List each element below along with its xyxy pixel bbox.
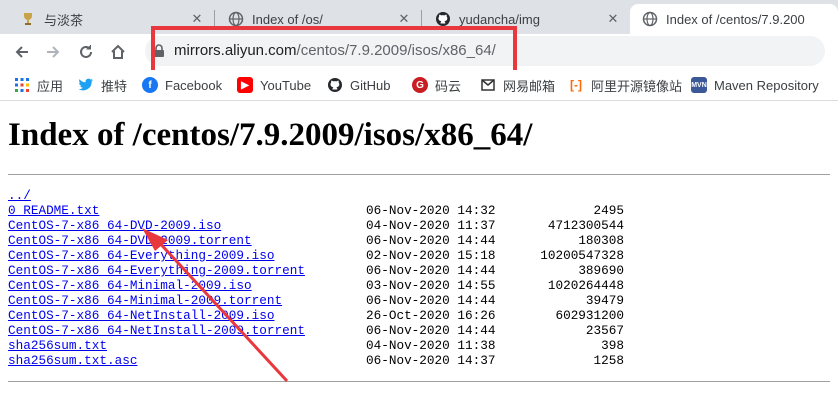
file-date: 06-Nov-2020 14:37 bbox=[366, 353, 496, 368]
parent-directory-link[interactable]: ../ bbox=[8, 188, 31, 203]
tab-active[interactable]: Index of /centos/7.9.200 bbox=[630, 4, 838, 34]
bookmark-label: 阿里开源镜像站 bbox=[591, 78, 683, 94]
arrow-right-icon bbox=[47, 46, 60, 58]
trophy-icon bbox=[20, 11, 36, 27]
netease-mail-icon bbox=[480, 77, 496, 93]
file-size: 1258 bbox=[593, 353, 624, 368]
apps-grid-icon bbox=[14, 77, 30, 93]
divider-top bbox=[8, 174, 830, 175]
file-date: 06-Nov-2020 14:44 bbox=[366, 233, 496, 248]
bookmark-aliyun[interactable]: [-] 阿里开源镜像站 bbox=[568, 76, 682, 94]
reload-icon bbox=[80, 45, 92, 58]
file-size: 1020264448 bbox=[547, 278, 624, 293]
close-icon[interactable]: ✕ bbox=[189, 11, 205, 27]
file-size: 10200547328 bbox=[540, 248, 624, 263]
youtube-icon: ▶ bbox=[237, 77, 253, 93]
bookmark-netease-mail[interactable]: 网易邮箱 bbox=[480, 76, 555, 94]
aliyun-icon: [-] bbox=[570, 78, 582, 92]
file-link[interactable]: CentOS-7-x86_64-Everything-2009.torrent bbox=[8, 263, 305, 278]
close-icon[interactable]: ✕ bbox=[396, 11, 412, 27]
file-link[interactable]: CentOS-7-x86_64-Minimal-2009.iso bbox=[8, 278, 252, 293]
file-size: 39479 bbox=[585, 293, 624, 308]
tab-title: yudancha/img bbox=[459, 11, 540, 27]
file-link[interactable]: 0_README.txt bbox=[8, 203, 99, 218]
gitee-icon: G bbox=[412, 77, 428, 93]
home-button[interactable] bbox=[106, 40, 130, 64]
bookmark-apps[interactable]: 应用 bbox=[14, 76, 63, 94]
file-link[interactable]: CentOS-7-x86_64-NetInstall-2009.iso bbox=[8, 308, 274, 323]
file-date: 03-Nov-2020 14:55 bbox=[366, 278, 496, 293]
file-date: 06-Nov-2020 14:32 bbox=[366, 203, 496, 218]
file-date: 06-Nov-2020 14:44 bbox=[366, 323, 496, 338]
file-size: 389690 bbox=[578, 263, 624, 278]
arrow-left-icon bbox=[15, 46, 28, 58]
home-icon bbox=[111, 44, 125, 59]
file-size: 602931200 bbox=[555, 308, 624, 323]
file-date: 06-Nov-2020 14:44 bbox=[366, 293, 496, 308]
file-date: 26-Oct-2020 16:26 bbox=[366, 308, 496, 323]
bookmark-label: GitHub bbox=[350, 77, 391, 93]
globe-icon bbox=[228, 11, 244, 27]
file-size: 23567 bbox=[585, 323, 624, 338]
file-size: 4712300544 bbox=[547, 218, 624, 233]
bookmark-github[interactable]: GitHub bbox=[327, 76, 390, 94]
file-date: 02-Nov-2020 15:18 bbox=[366, 248, 496, 263]
bookmark-label: 推特 bbox=[101, 78, 128, 94]
tab-title: Index of /os/ bbox=[252, 11, 323, 27]
file-date: 06-Nov-2020 14:44 bbox=[366, 263, 496, 278]
bookmark-maven[interactable]: MVN Maven Repository bbox=[691, 76, 819, 94]
bookmark-label: 网易邮箱 bbox=[503, 78, 556, 94]
github-icon bbox=[435, 11, 451, 27]
file-link[interactable]: CentOS-7-x86_64-DVD-2009.iso bbox=[8, 218, 221, 233]
github-icon bbox=[327, 77, 343, 93]
bookmark-gitee[interactable]: G 码云 bbox=[412, 76, 461, 94]
divider-bottom bbox=[8, 381, 830, 382]
mvn-icon: MVN bbox=[691, 77, 707, 93]
bookmark-label: 码云 bbox=[435, 78, 462, 94]
file-size: 398 bbox=[601, 338, 624, 353]
file-link[interactable]: sha256sum.txt bbox=[8, 338, 107, 353]
file-date: 04-Nov-2020 11:38 bbox=[366, 338, 496, 353]
bookmark-facebook[interactable]: f Facebook bbox=[142, 76, 222, 94]
file-size: 2495 bbox=[593, 203, 624, 218]
twitter-icon bbox=[78, 77, 94, 93]
bookmark-label: YouTube bbox=[260, 77, 312, 93]
bookmark-youtube[interactable]: ▶ YouTube bbox=[237, 76, 311, 94]
file-date: 04-Nov-2020 11:37 bbox=[366, 218, 496, 233]
close-icon[interactable]: ✕ bbox=[605, 11, 621, 27]
file-link[interactable]: CentOS-7-x86_64-Everything-2009.iso bbox=[8, 248, 274, 263]
bookmark-twitter[interactable]: 推特 bbox=[78, 76, 127, 94]
reload-button[interactable] bbox=[74, 40, 98, 64]
forward-button[interactable] bbox=[41, 40, 65, 64]
globe-icon bbox=[642, 11, 658, 27]
tab-title: 与淡茶 bbox=[44, 12, 84, 28]
bookmark-label: Facebook bbox=[165, 77, 223, 93]
tab-title: Index of /centos/7.9.200 bbox=[666, 11, 805, 27]
bookmarks-bar: 应用 推特 f Facebook ▶ YouTube GitHub G 码云 网… bbox=[0, 70, 838, 101]
back-button[interactable] bbox=[10, 40, 34, 64]
file-link[interactable]: CentOS-7-x86_64-Minimal-2009.torrent bbox=[8, 293, 282, 308]
page-title: Index of /centos/7.9.2009/isos/x86_64/ bbox=[8, 117, 533, 153]
bookmark-label: Maven Repository bbox=[714, 77, 819, 93]
facebook-icon: f bbox=[142, 77, 158, 93]
bookmark-label: 应用 bbox=[37, 78, 64, 94]
file-link[interactable]: CentOS-7-x86_64-DVD-2009.torrent bbox=[8, 233, 252, 248]
file-link[interactable]: CentOS-7-x86_64-NetInstall-2009.torrent bbox=[8, 323, 305, 338]
file-link[interactable]: sha256sum.txt.asc bbox=[8, 353, 137, 368]
file-size: 180308 bbox=[578, 233, 624, 248]
